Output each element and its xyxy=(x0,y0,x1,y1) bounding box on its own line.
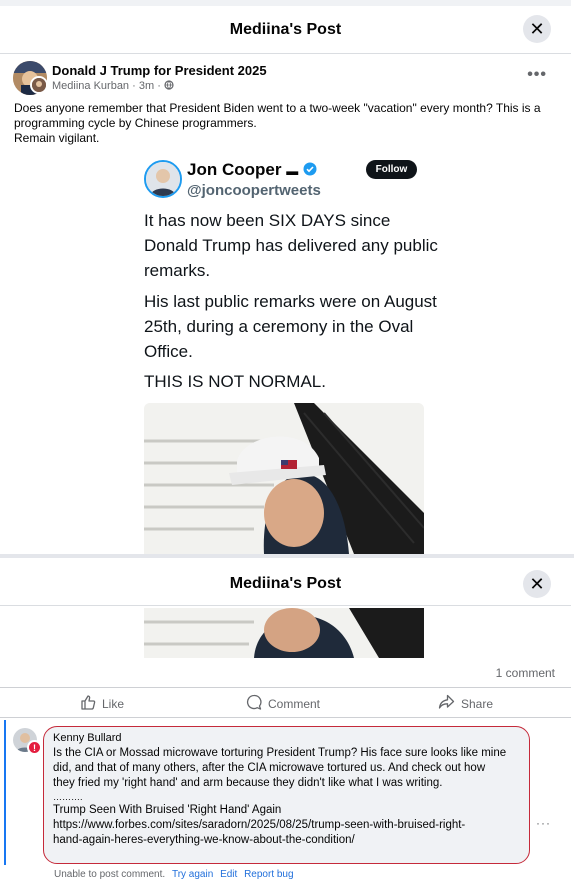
modal-header: Mediina's Post ✕ xyxy=(0,558,571,606)
action-bar: Like Comment Share xyxy=(0,688,571,718)
report-bug-link[interactable]: Report bug xyxy=(244,869,293,880)
globe-icon xyxy=(164,80,174,92)
close-button[interactable]: ✕ xyxy=(523,570,551,598)
tweet-name: Jon Cooper ▬ xyxy=(187,160,317,180)
comment-line: they fried my 'right hand' and arm becau… xyxy=(53,777,443,789)
comment-link-line[interactable]: hand-again-heres-everything-we-know-abou… xyxy=(53,833,520,848)
comment-bubble[interactable]: Kenny Bullard Is the CIA or Mossad micro… xyxy=(43,726,530,864)
modal-header: Mediina's Post ✕ xyxy=(0,6,571,54)
like-label: Like xyxy=(102,696,125,711)
comment-line: did, and that of many others, after the … xyxy=(53,762,486,774)
post-text-line: Remain vigilant. xyxy=(14,131,100,145)
modal-title: Mediina's Post xyxy=(229,575,342,592)
close-button[interactable]: ✕ xyxy=(523,15,551,43)
error-icon: ! xyxy=(27,740,42,755)
comment-count[interactable]: 1 comment xyxy=(496,666,555,680)
try-again-link[interactable]: Try again xyxy=(172,869,213,880)
tweet-follow-button: Follow xyxy=(366,160,417,179)
close-icon: ✕ xyxy=(529,573,545,594)
comment-line: ………. xyxy=(53,792,83,802)
post-text-line: Does anyone remember that President Bide… xyxy=(14,101,541,115)
tweet-paragraph: THIS IS NOT NORMAL. xyxy=(144,372,326,391)
page-name[interactable]: Donald J Trump for President 2025 xyxy=(52,63,267,78)
post-time[interactable]: 3m xyxy=(139,80,154,92)
comment-author[interactable]: Kenny Bullard xyxy=(53,731,520,746)
flag-icon: ▬ xyxy=(286,164,299,178)
post-modal-bottom: Mediina's Post ✕ 1 comment Like Comment xyxy=(0,558,571,883)
comment-status: Unable to post comment. Try again Edit R… xyxy=(54,869,294,880)
tweet-handle: @joncoopertweets xyxy=(187,182,321,199)
tweet-avatar xyxy=(144,160,182,198)
comment-line: Trump Seen With Bruised 'Right Hand' Aga… xyxy=(53,804,282,816)
comment-icon xyxy=(246,694,262,713)
post-modal-top: Mediina's Post ✕ Donald J Trump for Pres… xyxy=(0,0,571,554)
tweet-author-name: Jon Cooper xyxy=(187,160,282,179)
post-meta: Mediina Kurban · 3m · xyxy=(52,80,174,92)
close-icon: ✕ xyxy=(529,18,545,39)
comment-line: Is the CIA or Mossad microwave torturing… xyxy=(53,747,507,759)
post-text-line: programming cycle by Chinese programmers… xyxy=(14,116,257,130)
post-text: Does anyone remember that President Bide… xyxy=(14,101,559,146)
more-options-button[interactable]: ••• xyxy=(527,66,547,84)
share-button[interactable]: Share xyxy=(438,694,493,713)
tweet-photo xyxy=(144,403,424,554)
share-label: Share xyxy=(461,696,494,711)
author-name[interactable]: Mediina Kurban xyxy=(52,80,129,92)
more-icon: ••• xyxy=(527,66,547,83)
comment-label: Comment xyxy=(268,696,321,711)
share-icon xyxy=(438,694,455,713)
tweet-paragraph: His last public remarks were on August 2… xyxy=(144,292,437,361)
tweet-paragraph: It has now been SIX DAYS since Donald Tr… xyxy=(144,211,438,280)
comment-more-button[interactable]: ··· xyxy=(536,816,551,830)
modal-title: Mediina's Post xyxy=(229,21,342,38)
edit-link[interactable]: Edit xyxy=(220,869,237,880)
stats-bar: 1 comment xyxy=(0,658,571,688)
comment-focus-indicator xyxy=(4,720,6,865)
verified-badge-icon xyxy=(303,160,317,179)
tweet-photo[interactable] xyxy=(144,608,424,658)
more-icon: ··· xyxy=(536,816,551,830)
like-button[interactable]: Like xyxy=(80,694,124,713)
comment-button[interactable]: Comment xyxy=(246,694,320,713)
comment-status-text: Unable to post comment. xyxy=(54,869,166,880)
thumbs-up-icon xyxy=(80,694,96,713)
author-avatar[interactable] xyxy=(30,76,48,94)
comment-link-line[interactable]: https://www.forbes.com/sites/saradorn/20… xyxy=(53,818,520,833)
